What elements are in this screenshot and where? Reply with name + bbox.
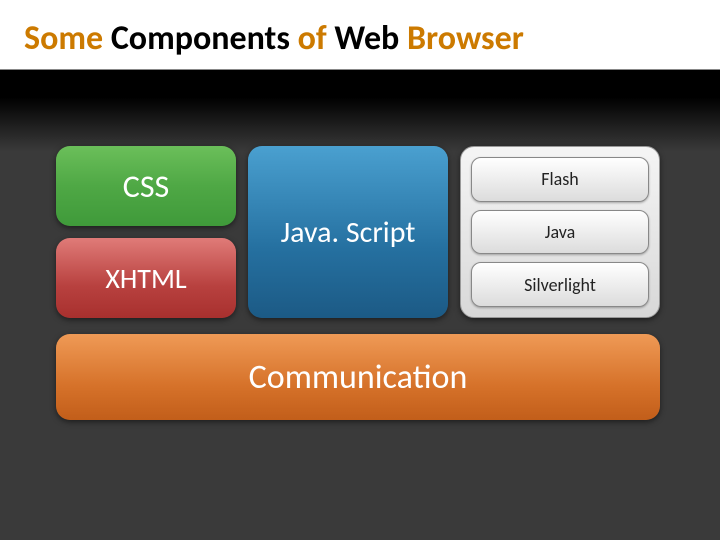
block-javascript: Java. Script — [248, 146, 448, 318]
title-word-web: Web — [334, 18, 407, 59]
block-css-label: CSS — [123, 167, 169, 206]
title-word-components: Components — [111, 18, 298, 59]
title-word-some: Some — [24, 18, 111, 59]
plugin-flash: Flash — [471, 157, 649, 202]
plugin-silverlight-label: Silverlight — [524, 274, 596, 296]
diagram-canvas: CSS XHTML Java. Script Flash Java Silver… — [0, 70, 720, 530]
plugin-java: Java — [471, 210, 649, 255]
block-javascript-label: Java. Script — [281, 214, 416, 251]
block-css: CSS — [56, 146, 236, 226]
block-communication-label: Communication — [249, 357, 468, 398]
block-communication: Communication — [56, 334, 660, 420]
plugin-silverlight: Silverlight — [471, 262, 649, 307]
block-xhtml: XHTML — [56, 238, 236, 318]
block-xhtml-label: XHTML — [105, 261, 186, 296]
title-word-of: of — [298, 18, 335, 59]
plugin-flash-label: Flash — [541, 168, 579, 190]
slide-title: Some Components of Web Browser — [0, 0, 720, 70]
plugin-java-label: Java — [545, 221, 576, 243]
title-word-browser: Browser — [407, 18, 524, 59]
plugin-panel: Flash Java Silverlight — [460, 146, 660, 318]
